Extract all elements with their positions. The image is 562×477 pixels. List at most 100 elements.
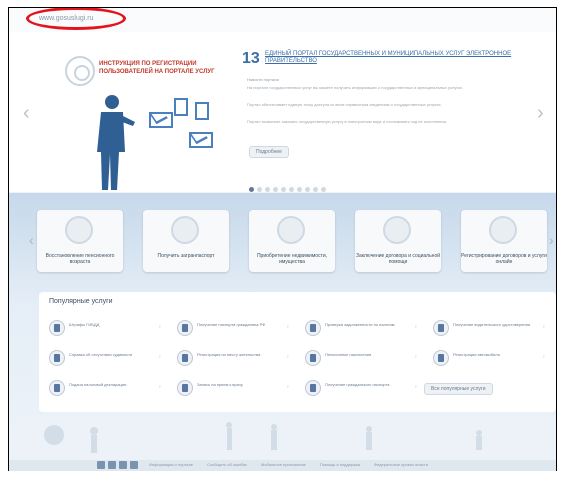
service-label: Регистрация по месту жительства [197,352,261,357]
popular-services-title: Популярные услуги [49,298,113,305]
service-icon [305,380,321,396]
service-item[interactable]: Пенсионные накопления › [305,350,423,370]
service-item[interactable]: Справка об отсутствии судимости › [49,350,167,370]
service-icon [305,320,321,336]
chevron-right-icon: › [415,354,417,360]
chevron-right-icon: › [415,384,417,390]
carousel-dot[interactable] [305,187,310,192]
footer-link[interactable]: Информация о портале [149,462,193,467]
service-item[interactable]: Регистрация автомобиля › [433,350,551,370]
all-services-button[interactable]: Все популярные услуги [424,383,493,395]
tile-label: Регистрирование договоров и услуги онлай… [461,253,547,265]
chevron-right-icon: › [287,354,289,360]
news-title-link[interactable]: ЕДИНЫЙ ПОРТАЛ ГОСУДАРСТВЕННЫХ И МУНИЦИПА… [265,51,525,65]
chevron-right-icon: › [159,324,161,330]
service-label: Получение гражданского паспорта [325,382,390,387]
twitter-icon[interactable] [119,461,127,469]
service-item[interactable]: Получение паспорта гражданина РФ › [177,320,295,340]
service-icon [305,350,321,366]
envelope-icon [189,132,213,148]
category-tile-contract[interactable]: Заключение договора и социальной помощи [355,210,441,272]
passport-icon [171,216,199,244]
chevron-right-icon: › [415,324,417,330]
service-label: Штрафы ГИБДД [69,322,100,327]
facebook-icon[interactable] [108,461,116,469]
browser-frame: www.gosuslugi.ru ‹ › ИНСТРУКЦИЯ ПО РЕГИС… [8,7,557,471]
carousel-dot[interactable] [313,187,318,192]
service-label: Проверка задолженности по налогам [325,322,395,327]
service-item[interactable]: Проверка задолженности по налогам › [305,320,423,340]
service-item[interactable]: Регистрация по месту жительства › [177,350,295,370]
service-label: Справка об отсутствии судимости [69,352,133,357]
footer-link[interactable]: Сообщить об ошибке [207,462,247,467]
category-tile-property[interactable]: Приобретение недвижимости, имущества [249,210,335,272]
service-icon [49,350,65,366]
category-tile-discount[interactable]: Регистрирование договоров и услуги онлай… [461,210,547,272]
carousel-dot[interactable] [297,187,302,192]
envelope-icon [149,112,173,128]
news-paragraph: Портал позволяет заказать государственну… [247,119,447,124]
hero-banner: ‹ › ИНСТРУКЦИЯ ПО РЕГИСТРАЦИИ ПОЛЬЗОВАТЕ… [9,32,556,192]
service-label: Запись на прием к врачу [197,382,243,387]
address-bar[interactable]: www.gosuslugi.ru [9,8,556,33]
carousel-dots [249,187,326,192]
news-paragraph: На портале государственных услуг вы може… [247,85,464,90]
tiles-next-arrow-icon[interactable]: › [549,232,554,248]
service-item[interactable]: Штрафы ГИБДД › [49,320,167,340]
footer-link[interactable]: Помощь и поддержка [320,462,360,467]
tile-label: Восстановление пенсионного возраста [45,253,115,265]
category-tiles: Восстановление пенсионного возраста Полу… [37,210,547,272]
service-label: Регистрация автомобиля [453,352,500,357]
service-item[interactable]: Получение гражданского паспорта › [305,380,423,400]
footer-links: Информация о портале Сообщить об ошибке … [149,462,428,467]
footer: Информация о портале Сообщить об ошибке … [9,460,556,471]
footer-link[interactable]: Федеральные органы власти [374,462,428,467]
carousel-dot[interactable] [257,187,262,192]
contract-icon [383,216,411,244]
person-illustration-icon [97,95,135,190]
vk-icon[interactable] [97,461,105,469]
news-paragraph: Портал обеспечивает единую точку доступа… [247,102,442,107]
service-label: Получение водительского удостоверения [453,322,531,327]
service-icon [433,320,449,336]
tile-label: Получить загранпаспорт [157,253,215,259]
footer-link[interactable]: Мобильное приложение [261,462,306,467]
carousel-prev-arrow-icon[interactable]: ‹ [23,102,30,125]
service-item[interactable]: Получение водительского удостоверения › [433,320,551,340]
carousel-dot[interactable] [289,187,294,192]
people-silhouettes-icon [44,422,482,453]
more-button[interactable]: Подробнее [249,146,289,158]
hero-title[interactable]: ИНСТРУКЦИЯ ПО РЕГИСТРАЦИИ ПОЛЬЗОВАТЕЛЕЙ … [99,60,249,76]
instruction-icon [65,56,95,86]
chevron-right-icon: › [543,324,545,330]
service-icon [49,320,65,336]
service-icon [177,320,193,336]
category-tile-pension[interactable]: Восстановление пенсионного возраста [37,210,123,272]
carousel-dot[interactable] [281,187,286,192]
category-tile-passport[interactable]: Получить загранпаспорт [143,210,229,272]
chevron-right-icon: › [287,384,289,390]
carousel-dot[interactable] [321,187,326,192]
chevron-right-icon: › [287,324,289,330]
carousel-dot[interactable] [273,187,278,192]
service-label: Получение паспорта гражданина РФ [197,322,266,327]
carousel-dot-active[interactable] [249,187,254,192]
service-label: Пенсионные накопления [325,352,372,357]
news-number: 13 [242,50,260,67]
service-icon [433,350,449,366]
discount-icon [489,216,517,244]
news-meta: Новости портала [247,77,279,82]
carousel-dot[interactable] [265,187,270,192]
rss-icon[interactable] [130,461,138,469]
tiles-prev-arrow-icon[interactable]: ‹ [29,232,34,248]
tile-label: Заключение договора и социальной помощи [355,253,441,265]
service-item[interactable]: Подача налоговой декларации › [49,380,167,400]
chevron-right-icon: › [159,354,161,360]
social-links [97,461,138,469]
document-icon [195,102,209,120]
pension-icon [65,216,93,244]
service-icon [49,380,65,396]
chevron-right-icon: › [159,384,161,390]
popular-services-panel: Популярные услуги Штрафы ГИБДД › Получен… [39,292,556,412]
service-item[interactable]: Запись на прием к врачу › [177,380,295,400]
